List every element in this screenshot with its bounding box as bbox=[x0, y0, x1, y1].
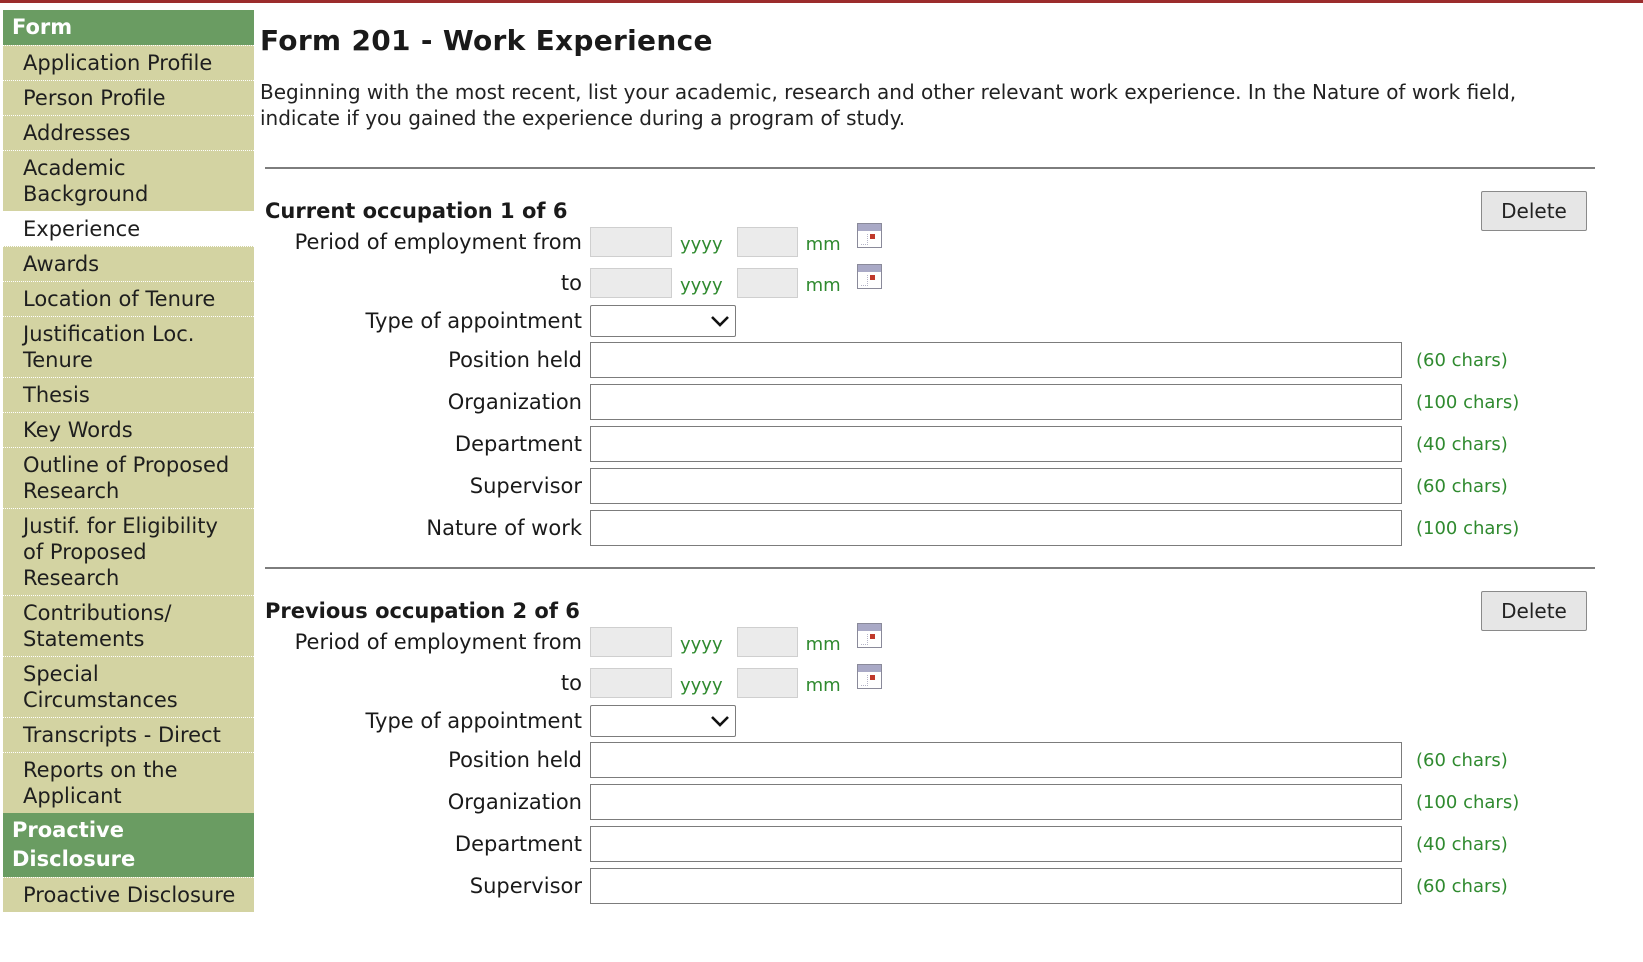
sidebar-item-location-of-tenure[interactable]: Location of Tenure bbox=[3, 281, 254, 316]
yyyy-hint: yyyy bbox=[680, 274, 723, 296]
page-intro: Beginning with the most recent, list you… bbox=[260, 80, 1517, 130]
calendar-icon[interactable] bbox=[856, 622, 882, 648]
type-of-appointment-label: Type of appointment bbox=[365, 309, 582, 333]
type-of-appointment-select-2[interactable] bbox=[590, 705, 736, 737]
mm-hint: mm bbox=[805, 274, 841, 296]
chevron-down-icon bbox=[711, 316, 729, 327]
position-held-input-2[interactable] bbox=[590, 742, 1402, 778]
organization-input-1[interactable] bbox=[590, 384, 1402, 420]
calendar-icon[interactable] bbox=[856, 663, 882, 689]
field-label: Department bbox=[454, 832, 582, 856]
from-month-input-1[interactable] bbox=[736, 227, 798, 257]
sidebar-item-proactive-disclosure[interactable]: Proactive Disclosure bbox=[3, 877, 254, 912]
field-label: Nature of work bbox=[426, 516, 582, 540]
field-label: Supervisor bbox=[469, 874, 582, 898]
supervisor-input-2[interactable] bbox=[590, 868, 1402, 904]
supervisor-input-1[interactable] bbox=[590, 468, 1402, 504]
type-of-appointment-select-1[interactable] bbox=[590, 305, 736, 337]
sidebar-header-form: Form bbox=[3, 10, 254, 45]
char-limit-hint: (60 chars) bbox=[1416, 749, 1508, 771]
to-year-input-1[interactable] bbox=[590, 268, 672, 298]
mm-hint: mm bbox=[805, 633, 841, 655]
top-rule bbox=[0, 0, 1643, 3]
char-limit-hint: (40 chars) bbox=[1416, 433, 1508, 455]
occupation-title-1: Current occupation 1 of 6 bbox=[265, 199, 568, 223]
sidebar-item-justif-for-eligibility[interactable]: Justif. for Eligibility of Proposed Rese… bbox=[3, 508, 254, 595]
field-label: Department bbox=[454, 432, 582, 456]
occupation-section-2: Previous occupation 2 of 6 Delete Period… bbox=[260, 569, 1595, 907]
sidebar-item-experience: Experience bbox=[3, 211, 254, 246]
from-year-input-1[interactable] bbox=[590, 227, 672, 257]
char-limit-hint: (60 chars) bbox=[1416, 475, 1508, 497]
yyyy-hint: yyyy bbox=[680, 674, 723, 696]
chevron-down-icon bbox=[711, 716, 729, 727]
calendar-icon[interactable] bbox=[856, 263, 882, 289]
calendar-icon[interactable] bbox=[856, 222, 882, 248]
occupation-section-1: Current occupation 1 of 6 Delete Period … bbox=[260, 169, 1595, 549]
sidebar-item-special-circumstances[interactable]: Special Circumstances bbox=[3, 656, 254, 717]
sidebar-item-justification-loc-tenure[interactable]: Justification Loc. Tenure bbox=[3, 316, 254, 377]
sidebar-item-person-profile[interactable]: Person Profile bbox=[3, 80, 254, 115]
field-label: Organization bbox=[447, 790, 582, 814]
from-year-input-2[interactable] bbox=[590, 627, 672, 657]
organization-input-2[interactable] bbox=[590, 784, 1402, 820]
sidebar-item-outline-of-proposed-research[interactable]: Outline of Proposed Research bbox=[3, 447, 254, 508]
to-month-input-1[interactable] bbox=[736, 268, 798, 298]
field-label: Supervisor bbox=[469, 474, 582, 498]
period-to-label: to bbox=[560, 671, 582, 695]
from-month-input-2[interactable] bbox=[736, 627, 798, 657]
period-from-label: Period of employment from bbox=[294, 230, 582, 254]
sidebar-item-thesis[interactable]: Thesis bbox=[3, 377, 254, 412]
type-of-appointment-label: Type of appointment bbox=[365, 709, 582, 733]
sidebar-item-addresses[interactable]: Addresses bbox=[3, 115, 254, 150]
yyyy-hint: yyyy bbox=[680, 233, 723, 255]
yyyy-hint: yyyy bbox=[680, 633, 723, 655]
char-limit-hint: (40 chars) bbox=[1416, 833, 1508, 855]
sidebar-item-reports-on-the-applicant[interactable]: Reports on the Applicant bbox=[3, 752, 254, 813]
to-year-input-2[interactable] bbox=[590, 668, 672, 698]
char-limit-hint: (100 chars) bbox=[1416, 791, 1520, 813]
mm-hint: mm bbox=[805, 233, 841, 255]
field-label: Position held bbox=[448, 748, 582, 772]
sidebar-item-awards[interactable]: Awards bbox=[3, 246, 254, 281]
mm-hint: mm bbox=[805, 674, 841, 696]
sidebar-item-transcripts-direct[interactable]: Transcripts - Direct bbox=[3, 717, 254, 752]
sidebar-item-contributions-statements[interactable]: Contributions/ Statements bbox=[3, 595, 254, 656]
char-limit-hint: (100 chars) bbox=[1416, 391, 1520, 413]
char-limit-hint: (60 chars) bbox=[1416, 875, 1508, 897]
department-input-2[interactable] bbox=[590, 826, 1402, 862]
page-title: Form 201 - Work Experience bbox=[260, 24, 713, 57]
sidebar-header-proactive-disclosure: Proactive Disclosure bbox=[3, 813, 254, 877]
nature-of-work-input-1[interactable] bbox=[590, 510, 1402, 546]
sidebar-item-academic-background[interactable]: Academic Background bbox=[3, 150, 254, 211]
char-limit-hint: (60 chars) bbox=[1416, 349, 1508, 371]
position-held-input-1[interactable] bbox=[590, 342, 1402, 378]
period-from-label: Period of employment from bbox=[294, 630, 582, 654]
period-to-label: to bbox=[560, 271, 582, 295]
department-input-1[interactable] bbox=[590, 426, 1402, 462]
sidebar-item-key-words[interactable]: Key Words bbox=[3, 412, 254, 447]
occupation-title-2: Previous occupation 2 of 6 bbox=[265, 599, 580, 623]
sidebar-item-application-profile[interactable]: Application Profile bbox=[3, 45, 254, 80]
main-content: Form 201 - Work Experience Beginning wit… bbox=[260, 18, 1600, 907]
field-label: Organization bbox=[447, 390, 582, 414]
char-limit-hint: (100 chars) bbox=[1416, 517, 1520, 539]
to-month-input-2[interactable] bbox=[736, 668, 798, 698]
sidebar-nav: Form Application Profile Person Profile … bbox=[3, 10, 254, 912]
field-label: Position held bbox=[448, 348, 582, 372]
